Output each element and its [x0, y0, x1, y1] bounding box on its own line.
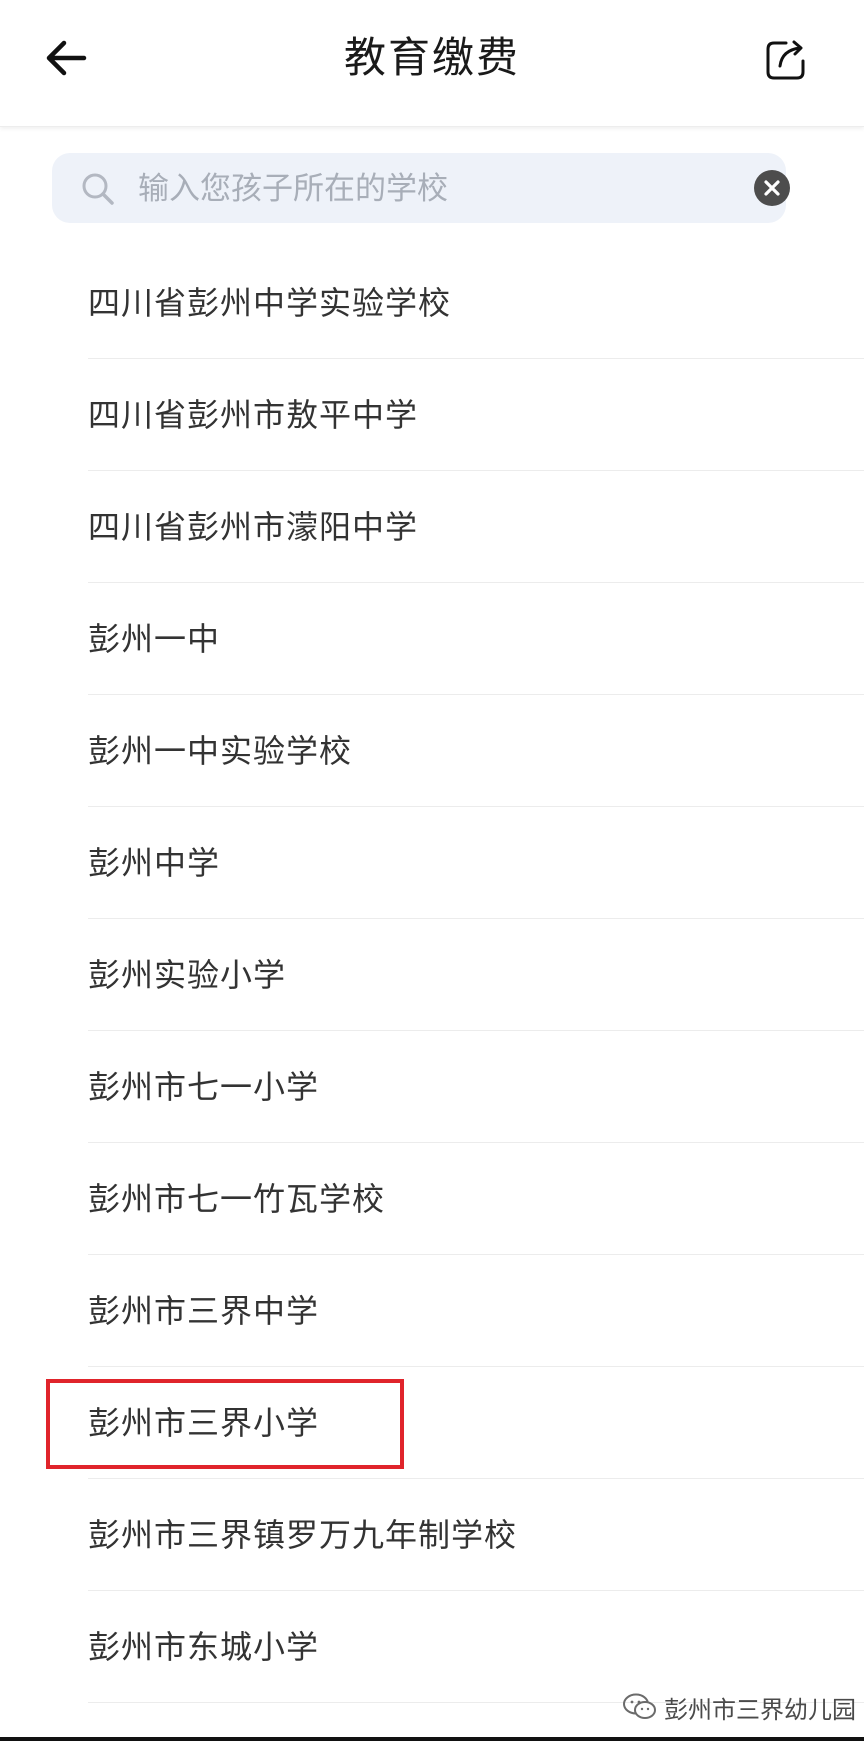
school-list-item[interactable]: 彭州市三界中学: [0, 1255, 864, 1367]
school-list-item[interactable]: 四川省彭州中学实验学校: [0, 247, 864, 359]
school-list: 四川省彭州中学实验学校 四川省彭州市敖平中学 四川省彭州市濛阳中学 彭州一中彭州一中实…: [0, 247, 864, 1703]
school-name: 彭州实验小学: [88, 956, 287, 994]
school-name: 彭州市三界中学: [88, 1292, 320, 1330]
wechat-icon: [623, 1693, 656, 1719]
school-list-item[interactable]: 彭州实验小学: [0, 919, 864, 1031]
app-header: 教育缴费: [0, 0, 864, 127]
school-name: 彭州一中: [88, 620, 221, 658]
page-title: 教育缴费: [343, 33, 520, 82]
share-icon: [766, 40, 805, 80]
search-icon: [82, 173, 114, 205]
watermark-text: 彭州市三界幼儿园: [664, 1695, 856, 1724]
school-name: 彭州市三界镇罗万九年制学校: [88, 1516, 518, 1554]
school-list-item[interactable]: 彭州中学: [0, 807, 864, 919]
search-bar: [52, 153, 790, 223]
school-list-item[interactable]: 彭州市三界镇罗万九年制学校: [0, 1479, 864, 1591]
school-name: 彭州市七一小学: [88, 1068, 320, 1106]
school-list-item[interactable]: 彭州市七一竹瓦学校: [0, 1143, 864, 1255]
school-list-item[interactable]: 彭州一中: [0, 583, 864, 695]
watermark: 彭州市三界幼儿园: [622, 1690, 856, 1724]
close-icon: [764, 180, 780, 196]
bottom-edge-bar: [0, 1737, 864, 1741]
school-list-item[interactable]: 彭州市东城小学: [0, 1591, 864, 1703]
school-name: 彭州市东城小学: [88, 1628, 320, 1666]
school-name: 彭州市三界小学: [88, 1404, 320, 1442]
school-name: 彭州中学: [88, 844, 221, 882]
search-input[interactable]: [136, 163, 720, 215]
school-name: 四川省彭州中学实验学校: [88, 284, 452, 322]
school-list-item[interactable]: 彭州一中实验学校: [0, 695, 864, 807]
school-list-item[interactable]: 四川省彭州市敖平中学: [0, 359, 864, 471]
school-name: 四川省彭州市濛阳中学: [88, 508, 419, 546]
school-list-item[interactable]: 四川省彭州市濛阳中学: [0, 471, 864, 583]
clear-button[interactable]: [754, 170, 790, 206]
school-name: 彭州市七一竹瓦学校: [88, 1180, 386, 1218]
school-name: 彭州一中实验学校: [88, 732, 353, 770]
school-name: 四川省彭州市敖平中学: [88, 396, 419, 434]
school-list-item[interactable]: 彭州市七一小学: [0, 1031, 864, 1143]
school-list-item[interactable]: 彭州市三界小学: [0, 1367, 864, 1479]
share-button[interactable]: [762, 36, 810, 84]
